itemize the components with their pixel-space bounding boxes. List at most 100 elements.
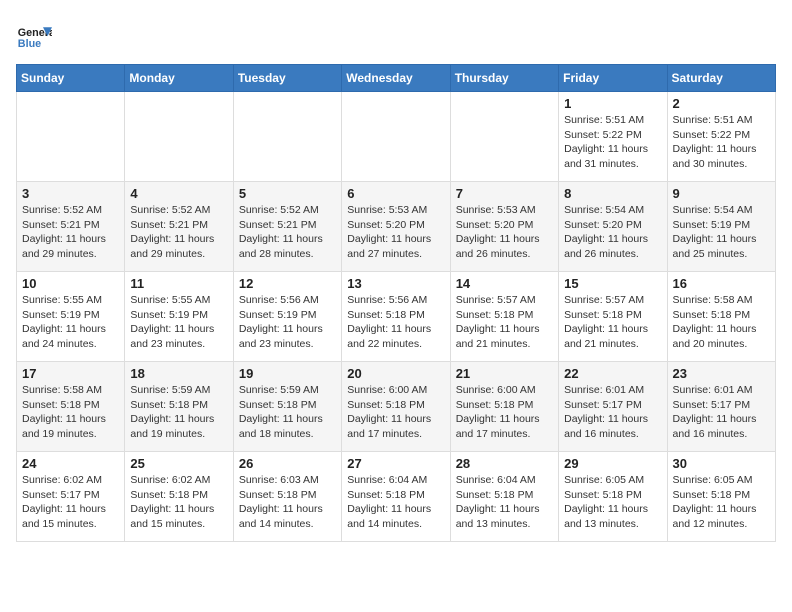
calendar-day-empty (233, 92, 341, 182)
calendar-day-2: 2 Sunrise: 5:51 AM Sunset: 5:22 PM Daylig… (667, 92, 775, 182)
calendar-day-26: 26Sunrise: 6:03 AM Sunset: 5:18 PM Dayli… (233, 452, 341, 542)
calendar-day-14: 14 Sunrise: 5:57 AM Sunset: 5:18 PM Dayli… (450, 272, 558, 362)
weekday-header-row: SundayMondayTuesdayWednesdayThursdayFrid… (17, 65, 776, 92)
calendar-day-30: 30Sunrise: 6:05 AM Sunset: 5:18 PM Dayli… (667, 452, 775, 542)
calendar-day-25: 25 Sunrise: 6:02 AM Sunset: 5:18 PM Dayli… (125, 452, 233, 542)
day-number: 17 (22, 366, 119, 381)
calendar-day-20: 20Sunrise: 6:00 AM Sunset: 5:18 PM Dayli… (342, 362, 450, 452)
weekday-header-friday: Friday (559, 65, 667, 92)
day-number: 27 (347, 456, 444, 471)
day-info: Sunrise: 5:52 AM Sunset: 5:21 PM Dayligh… (22, 203, 119, 262)
day-info: Sunrise: 6:05 AM Sunset: 5:18 PM Dayligh… (564, 473, 661, 532)
calendar-day-19: 19 Sunrise: 5:59 AM Sunset: 5:18 PM Dayli… (233, 362, 341, 452)
day-number: 25 (130, 456, 227, 471)
calendar-day-21: 21 Sunrise: 6:00 AM Sunset: 5:18 PM Dayli… (450, 362, 558, 452)
calendar-day-8: 8 Sunrise: 5:54 AM Sunset: 5:20 PM Daylig… (559, 182, 667, 272)
day-info: Sunrise: 6:00 AM Sunset: 5:18 PM Dayligh… (456, 383, 553, 442)
day-number: 8 (564, 186, 661, 201)
day-number: 28 (456, 456, 553, 471)
day-info: Sunrise: 6:02 AM Sunset: 5:18 PM Dayligh… (130, 473, 227, 532)
calendar-day-empty (125, 92, 233, 182)
day-number: 1 (564, 96, 661, 111)
day-info: Sunrise: 6:02 AM Sunset: 5:17 PM Dayligh… (22, 473, 119, 532)
calendar-day-17: 17 Sunrise: 5:58 AM Sunset: 5:18 PM Dayli… (17, 362, 125, 452)
day-number: 4 (130, 186, 227, 201)
day-number: 3 (22, 186, 119, 201)
svg-text:Blue: Blue (18, 38, 41, 50)
weekday-header-saturday: Saturday (667, 65, 775, 92)
day-info: Sunrise: 6:04 AM Sunset: 5:18 PM Dayligh… (456, 473, 553, 532)
calendar-day-9: 9 Sunrise: 5:54 AM Sunset: 5:19 PM Daylig… (667, 182, 775, 272)
day-number: 15 (564, 276, 661, 291)
calendar-week-row: 3 Sunrise: 5:52 AM Sunset: 5:21 PM Daylig… (17, 182, 776, 272)
day-info: Sunrise: 5:52 AM Sunset: 5:21 PM Dayligh… (239, 203, 336, 262)
day-number: 11 (130, 276, 227, 291)
day-info: Sunrise: 5:58 AM Sunset: 5:18 PM Dayligh… (22, 383, 119, 442)
calendar-body: 1 Sunrise: 5:51 AM Sunset: 5:22 PM Daylig… (17, 92, 776, 542)
day-info: Sunrise: 6:03 AM Sunset: 5:18 PM Dayligh… (239, 473, 336, 532)
calendar-day-18: 18Sunrise: 5:59 AM Sunset: 5:18 PM Dayli… (125, 362, 233, 452)
calendar-day-3: 3 Sunrise: 5:52 AM Sunset: 5:21 PM Daylig… (17, 182, 125, 272)
logo-icon: General Blue (16, 20, 52, 56)
calendar-day-10: 10 Sunrise: 5:55 AM Sunset: 5:19 PM Dayli… (17, 272, 125, 362)
logo: General Blue (16, 20, 52, 56)
day-info: Sunrise: 5:53 AM Sunset: 5:20 PM Dayligh… (456, 203, 553, 262)
day-number: 16 (673, 276, 770, 291)
calendar-day-27: 27 Sunrise: 6:04 AM Sunset: 5:18 PM Dayli… (342, 452, 450, 542)
calendar-week-row: 24 Sunrise: 6:02 AM Sunset: 5:17 PM Dayli… (17, 452, 776, 542)
calendar-day-7: 7 Sunrise: 5:53 AM Sunset: 5:20 PM Daylig… (450, 182, 558, 272)
day-info: Sunrise: 6:01 AM Sunset: 5:17 PM Dayligh… (673, 383, 770, 442)
calendar-header: SundayMondayTuesdayWednesdayThursdayFrid… (17, 65, 776, 92)
day-info: Sunrise: 5:54 AM Sunset: 5:19 PM Dayligh… (673, 203, 770, 262)
day-info: Sunrise: 5:57 AM Sunset: 5:18 PM Dayligh… (456, 293, 553, 352)
weekday-header-monday: Monday (125, 65, 233, 92)
day-info: Sunrise: 5:53 AM Sunset: 5:20 PM Dayligh… (347, 203, 444, 262)
day-number: 29 (564, 456, 661, 471)
day-info: Sunrise: 5:56 AM Sunset: 5:18 PM Dayligh… (347, 293, 444, 352)
day-number: 9 (673, 186, 770, 201)
calendar-day-28: 28 Sunrise: 6:04 AM Sunset: 5:18 PM Dayli… (450, 452, 558, 542)
day-number: 30 (673, 456, 770, 471)
day-info: Sunrise: 5:52 AM Sunset: 5:21 PM Dayligh… (130, 203, 227, 262)
day-number: 18 (130, 366, 227, 381)
calendar-day-29: 29 Sunrise: 6:05 AM Sunset: 5:18 PM Dayli… (559, 452, 667, 542)
day-number: 24 (22, 456, 119, 471)
calendar-day-4: 4 Sunrise: 5:52 AM Sunset: 5:21 PM Daylig… (125, 182, 233, 272)
calendar-day-13: 13Sunrise: 5:56 AM Sunset: 5:18 PM Dayli… (342, 272, 450, 362)
day-number: 5 (239, 186, 336, 201)
day-info: Sunrise: 6:04 AM Sunset: 5:18 PM Dayligh… (347, 473, 444, 532)
day-number: 2 (673, 96, 770, 111)
calendar-day-23: 23 Sunrise: 6:01 AM Sunset: 5:17 PM Dayli… (667, 362, 775, 452)
day-number: 21 (456, 366, 553, 381)
calendar-week-row: 1 Sunrise: 5:51 AM Sunset: 5:22 PM Daylig… (17, 92, 776, 182)
weekday-header-sunday: Sunday (17, 65, 125, 92)
calendar-day-16: 16 Sunrise: 5:58 AM Sunset: 5:18 PM Dayli… (667, 272, 775, 362)
day-number: 19 (239, 366, 336, 381)
day-number: 6 (347, 186, 444, 201)
day-number: 23 (673, 366, 770, 381)
calendar-day-5: 5 Sunrise: 5:52 AM Sunset: 5:21 PM Daylig… (233, 182, 341, 272)
calendar-day-empty (342, 92, 450, 182)
day-info: Sunrise: 5:54 AM Sunset: 5:20 PM Dayligh… (564, 203, 661, 262)
weekday-header-tuesday: Tuesday (233, 65, 341, 92)
calendar-day-6: 6 Sunrise: 5:53 AM Sunset: 5:20 PM Daylig… (342, 182, 450, 272)
calendar-table: SundayMondayTuesdayWednesdayThursdayFrid… (16, 64, 776, 542)
day-info: Sunrise: 5:55 AM Sunset: 5:19 PM Dayligh… (130, 293, 227, 352)
weekday-header-wednesday: Wednesday (342, 65, 450, 92)
calendar-day-1: 1Sunrise: 5:51 AM Sunset: 5:22 PM Daylig… (559, 92, 667, 182)
day-info: Sunrise: 5:59 AM Sunset: 5:18 PM Dayligh… (239, 383, 336, 442)
weekday-header-thursday: Thursday (450, 65, 558, 92)
day-number: 10 (22, 276, 119, 291)
day-info: Sunrise: 6:01 AM Sunset: 5:17 PM Dayligh… (564, 383, 661, 442)
day-number: 14 (456, 276, 553, 291)
day-number: 7 (456, 186, 553, 201)
day-info: Sunrise: 5:58 AM Sunset: 5:18 PM Dayligh… (673, 293, 770, 352)
page-header: General Blue (16, 16, 776, 56)
day-info: Sunrise: 5:55 AM Sunset: 5:19 PM Dayligh… (22, 293, 119, 352)
day-info: Sunrise: 5:56 AM Sunset: 5:19 PM Dayligh… (239, 293, 336, 352)
day-info: Sunrise: 5:51 AM Sunset: 5:22 PM Dayligh… (673, 113, 770, 172)
day-number: 22 (564, 366, 661, 381)
calendar-day-24: 24 Sunrise: 6:02 AM Sunset: 5:17 PM Dayli… (17, 452, 125, 542)
calendar-week-row: 10 Sunrise: 5:55 AM Sunset: 5:19 PM Dayli… (17, 272, 776, 362)
day-info: Sunrise: 5:57 AM Sunset: 5:18 PM Dayligh… (564, 293, 661, 352)
